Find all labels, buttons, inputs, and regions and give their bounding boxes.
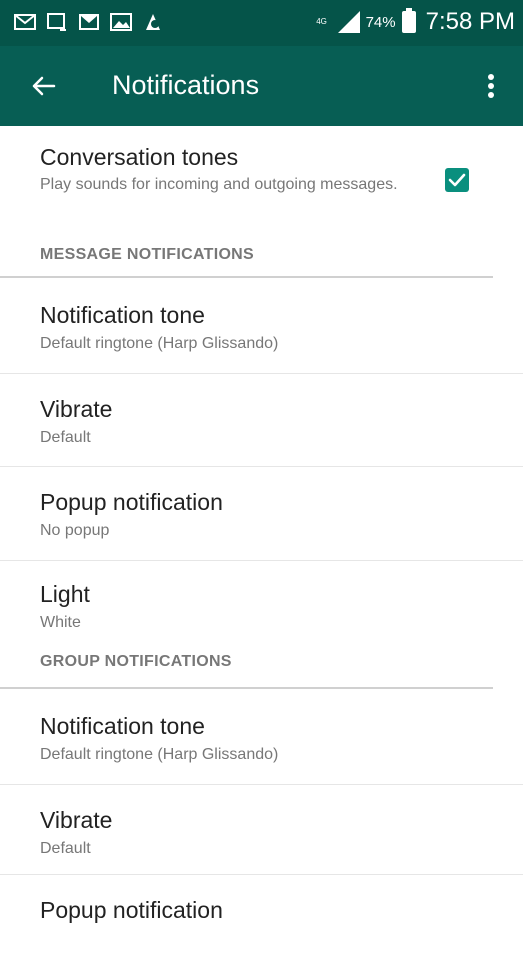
message-popup-notification-setting[interactable]: Popup notification No popup <box>0 467 523 561</box>
battery-percent: 74% <box>365 13 396 31</box>
setting-value: Default <box>40 840 91 857</box>
app-toolbar: Notifications <box>0 46 523 126</box>
setting-title: Vibrate <box>40 807 113 833</box>
group-notification-tone-setting[interactable]: Notification tone Default ringtone (Harp… <box>0 689 523 785</box>
overflow-menu-icon[interactable] <box>473 68 509 104</box>
group-popup-notification-setting[interactable]: Popup notification <box>0 875 523 955</box>
setting-title: Notification tone <box>40 302 205 328</box>
setting-value: Default <box>40 429 91 446</box>
setting-subtitle: Play sounds for incoming and outgoing me… <box>40 176 398 193</box>
message-notification-tone-setting[interactable]: Notification tone Default ringtone (Harp… <box>0 278 523 374</box>
setting-value: Default ringtone (Harp Glissando) <box>40 746 279 763</box>
setting-title: Vibrate <box>40 396 113 422</box>
setting-title: Popup notification <box>40 489 223 515</box>
status-bar: 4G 74% 7:58 PM <box>0 0 523 46</box>
conversation-tones-checkbox[interactable] <box>445 168 469 192</box>
setting-value: White <box>40 614 81 631</box>
settings-list: Conversation tones Play sounds for incom… <box>0 126 523 955</box>
signal-icon <box>337 11 360 33</box>
message-notifications-header: MESSAGE NOTIFICATIONS <box>0 230 493 278</box>
conversation-tones-setting[interactable]: Conversation tones Play sounds for incom… <box>0 126 523 230</box>
setting-value: Default ringtone (Harp Glissando) <box>40 335 279 352</box>
section-header-label: GROUP NOTIFICATIONS <box>40 653 232 670</box>
message-light-setting[interactable]: Light White <box>0 561 523 647</box>
group-notifications-header: GROUP NOTIFICATIONS <box>0 647 493 689</box>
app-notification-icon <box>146 14 160 30</box>
group-vibrate-setting[interactable]: Vibrate Default <box>0 785 523 875</box>
section-header-label: MESSAGE NOTIFICATIONS <box>40 246 255 263</box>
setting-title: Conversation tones <box>40 144 239 170</box>
gmail-icon <box>79 14 99 30</box>
voicemail-icon <box>47 13 66 31</box>
setting-title: Notification tone <box>40 713 205 739</box>
page-title: Notifications <box>112 70 260 100</box>
status-right: 4G 74% 7:58 PM <box>312 8 515 36</box>
setting-title: Popup notification <box>40 897 223 923</box>
gallery-icon <box>110 13 132 31</box>
clock: 7:58 PM <box>425 8 515 35</box>
email-icon <box>14 14 36 30</box>
network-type: 4G <box>316 17 327 26</box>
battery-icon <box>401 8 416 33</box>
message-vibrate-setting[interactable]: Vibrate Default <box>0 374 523 467</box>
notification-icons <box>14 12 164 32</box>
back-arrow-icon[interactable] <box>26 68 62 104</box>
setting-value: No popup <box>40 522 110 539</box>
setting-title: Light <box>40 581 90 607</box>
